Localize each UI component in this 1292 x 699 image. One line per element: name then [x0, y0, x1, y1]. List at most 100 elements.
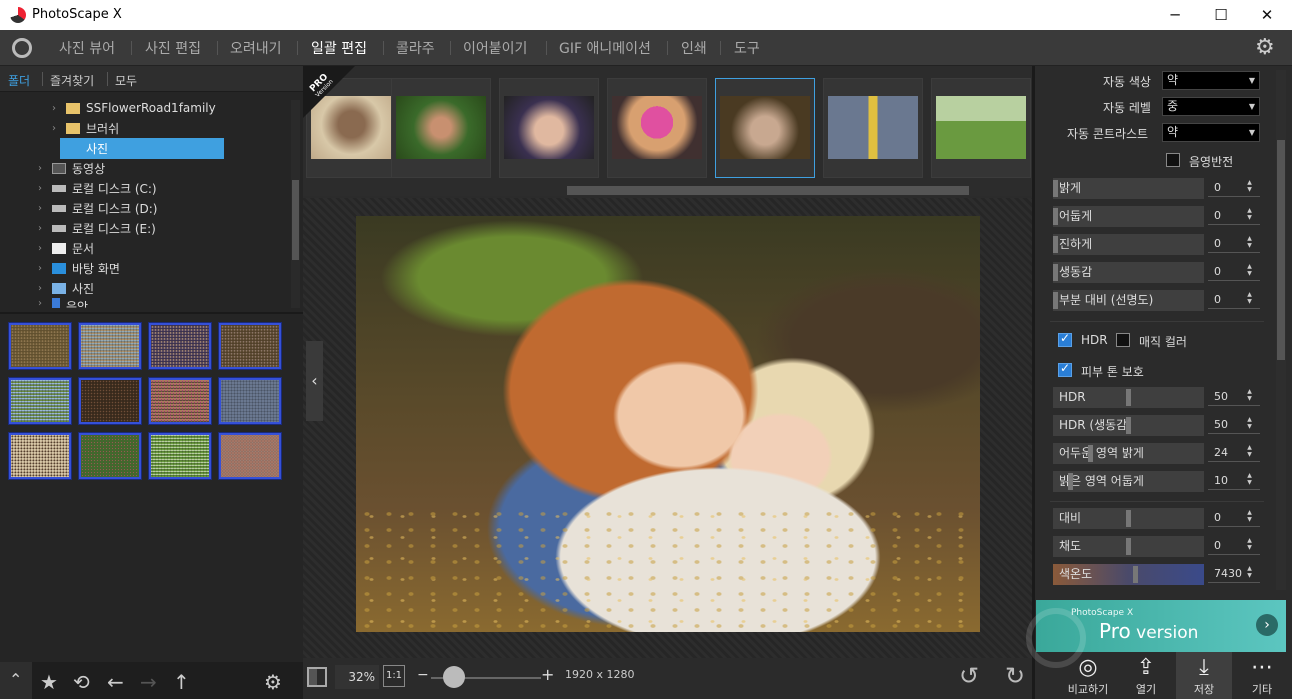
contrast-value[interactable]: 0: [1208, 509, 1260, 527]
favorite-star-icon[interactable]: ★: [40, 670, 58, 694]
close-button[interactable]: ✕: [1244, 0, 1290, 30]
menu-photo-editor[interactable]: 사진 편집: [145, 38, 201, 58]
tree-item[interactable]: › 로컬 디스크 (E:): [0, 218, 290, 238]
pro-banner-arrow-icon[interactable]: ›: [1256, 614, 1278, 636]
thumbnail[interactable]: [149, 378, 211, 424]
vibrance-value[interactable]: 0: [1208, 263, 1260, 281]
thumbnail[interactable]: [9, 323, 71, 369]
hdr-checkbox[interactable]: [1058, 331, 1072, 347]
thumbnail[interactable]: [219, 433, 281, 479]
thumbnail[interactable]: [79, 378, 141, 424]
shadow-invert-checkbox[interactable]: [1166, 153, 1180, 167]
home-icon[interactable]: [12, 38, 32, 58]
tree-item[interactable]: › 로컬 디스크 (D:): [0, 198, 290, 218]
darken-highlights-value[interactable]: 10: [1208, 472, 1260, 490]
split-view-icon[interactable]: [307, 667, 327, 687]
forward-arrow-icon[interactable]: →: [140, 670, 157, 694]
save-button[interactable]: ⤓ 저장: [1176, 652, 1232, 699]
hdr-vibrance-slider[interactable]: HDR (생동감): [1053, 415, 1204, 436]
thumbnail[interactable]: [149, 323, 211, 369]
local-contrast-value[interactable]: 0: [1208, 291, 1260, 309]
hdr-slider[interactable]: HDR: [1053, 387, 1204, 408]
filmstrip-item[interactable]: [823, 78, 923, 178]
rotate-right-icon[interactable]: ↻: [1005, 662, 1025, 690]
tree-item[interactable]: › SSFlowerRoad1family: [0, 98, 290, 118]
hdr-value[interactable]: 50: [1208, 388, 1260, 406]
filmstrip-item-selected[interactable]: [715, 78, 815, 178]
thumbnail[interactable]: [79, 323, 141, 369]
rotate-left-icon[interactable]: ↺: [959, 662, 979, 690]
up-arrow-icon[interactable]: ↑: [173, 670, 190, 694]
menu-tools[interactable]: 도구: [734, 38, 760, 58]
color-temperature-value[interactable]: 7430: [1208, 565, 1260, 583]
tree-item[interactable]: › 브러쉬: [0, 118, 290, 138]
zoom-percent-field[interactable]: 32%: [335, 665, 379, 689]
collapse-left-panel-button[interactable]: ‹: [306, 341, 323, 421]
saturation-slider[interactable]: 채도: [1053, 536, 1204, 557]
deepen-slider[interactable]: 진하게: [1053, 234, 1204, 255]
menu-collage[interactable]: 콜라주: [396, 38, 435, 58]
brightness-slider[interactable]: 밝게: [1053, 178, 1204, 199]
thumbnail[interactable]: [219, 378, 281, 424]
collapse-up-icon[interactable]: ⌃: [9, 670, 22, 689]
auto-contrast-dropdown[interactable]: 약: [1162, 123, 1260, 142]
filmstrip-item[interactable]: [607, 78, 707, 178]
brighten-shadows-slider[interactable]: 어두운 영역 밝게: [1053, 443, 1204, 464]
hdr-vibrance-value[interactable]: 50: [1208, 416, 1260, 434]
tree-item[interactable]: › 바탕 화면: [0, 258, 290, 278]
zoom-out-button[interactable]: −: [417, 667, 429, 683]
tree-item[interactable]: › 음악: [0, 298, 290, 308]
filmstrip-item[interactable]: [499, 78, 599, 178]
adjustments-scrollbar-thumb[interactable]: [1277, 140, 1285, 360]
darken-slider[interactable]: 어둡게: [1053, 206, 1204, 227]
tree-item[interactable]: › 로컬 디스크 (C:): [0, 178, 290, 198]
vibrance-slider[interactable]: 생동감: [1053, 262, 1204, 283]
minimize-button[interactable]: ─: [1152, 0, 1198, 30]
local-contrast-slider[interactable]: 부분 대비 (선명도): [1053, 290, 1204, 311]
auto-level-dropdown[interactable]: 중: [1162, 97, 1260, 116]
magic-color-checkbox[interactable]: [1116, 333, 1130, 347]
tab-folders[interactable]: 폴더: [8, 72, 30, 89]
actual-size-button[interactable]: 1:1: [383, 665, 405, 687]
thumbnail[interactable]: [219, 323, 281, 369]
tree-item[interactable]: › 동영상: [0, 158, 290, 178]
auto-color-dropdown[interactable]: 약: [1162, 71, 1260, 90]
menu-combine[interactable]: 이어붙이기: [463, 38, 527, 58]
tree-scrollbar-thumb[interactable]: [292, 180, 299, 260]
menu-cut-out[interactable]: 오려내기: [230, 38, 282, 58]
color-temperature-slider[interactable]: 색온도: [1053, 564, 1204, 585]
tab-all[interactable]: 모두: [115, 72, 137, 89]
open-button[interactable]: ⇪ 열기: [1118, 654, 1174, 696]
menu-batch-edit[interactable]: 일괄 편집: [311, 38, 367, 58]
skin-tone-checkbox[interactable]: [1058, 361, 1072, 377]
brightness-value[interactable]: 0: [1208, 179, 1260, 197]
darken-highlights-slider[interactable]: 밝은 영역 어둡게: [1053, 471, 1204, 492]
maximize-button[interactable]: ☐: [1198, 0, 1244, 30]
filmstrip-item[interactable]: [931, 78, 1031, 178]
menu-print[interactable]: 인쇄: [681, 38, 707, 58]
contrast-slider[interactable]: 대비: [1053, 508, 1204, 529]
pro-version-banner[interactable]: PhotoScape X Pro version ›: [1026, 600, 1286, 668]
tree-item[interactable]: › 문서: [0, 238, 290, 258]
darken-value[interactable]: 0: [1208, 207, 1260, 225]
filmstrip-item[interactable]: [391, 78, 491, 178]
saturation-value[interactable]: 0: [1208, 537, 1260, 555]
menu-photo-viewer[interactable]: 사진 뷰어: [59, 38, 115, 58]
thumbnail[interactable]: [79, 433, 141, 479]
tree-item[interactable]: › 사진: [0, 278, 290, 298]
thumbnail[interactable]: [149, 433, 211, 479]
settings-gear-icon[interactable]: ⚙: [1255, 35, 1275, 60]
filmstrip-scrollbar-thumb[interactable]: [567, 186, 969, 195]
deepen-value[interactable]: 0: [1208, 235, 1260, 253]
tab-favorites[interactable]: 즐겨찾기: [50, 72, 94, 89]
zoom-slider-knob[interactable]: [443, 666, 465, 688]
zoom-in-button[interactable]: +: [541, 665, 554, 684]
menu-gif-animation[interactable]: GIF 애니메이션: [559, 38, 651, 58]
left-settings-gear-icon[interactable]: ⚙: [264, 670, 282, 694]
more-button[interactable]: ⋯ 기타: [1234, 654, 1290, 696]
refresh-icon[interactable]: ⟲: [73, 670, 90, 694]
back-arrow-icon[interactable]: ←: [107, 670, 124, 694]
thumbnail[interactable]: [9, 433, 71, 479]
thumbnail[interactable]: [9, 378, 71, 424]
tree-item-selected[interactable]: 사진: [0, 137, 290, 159]
